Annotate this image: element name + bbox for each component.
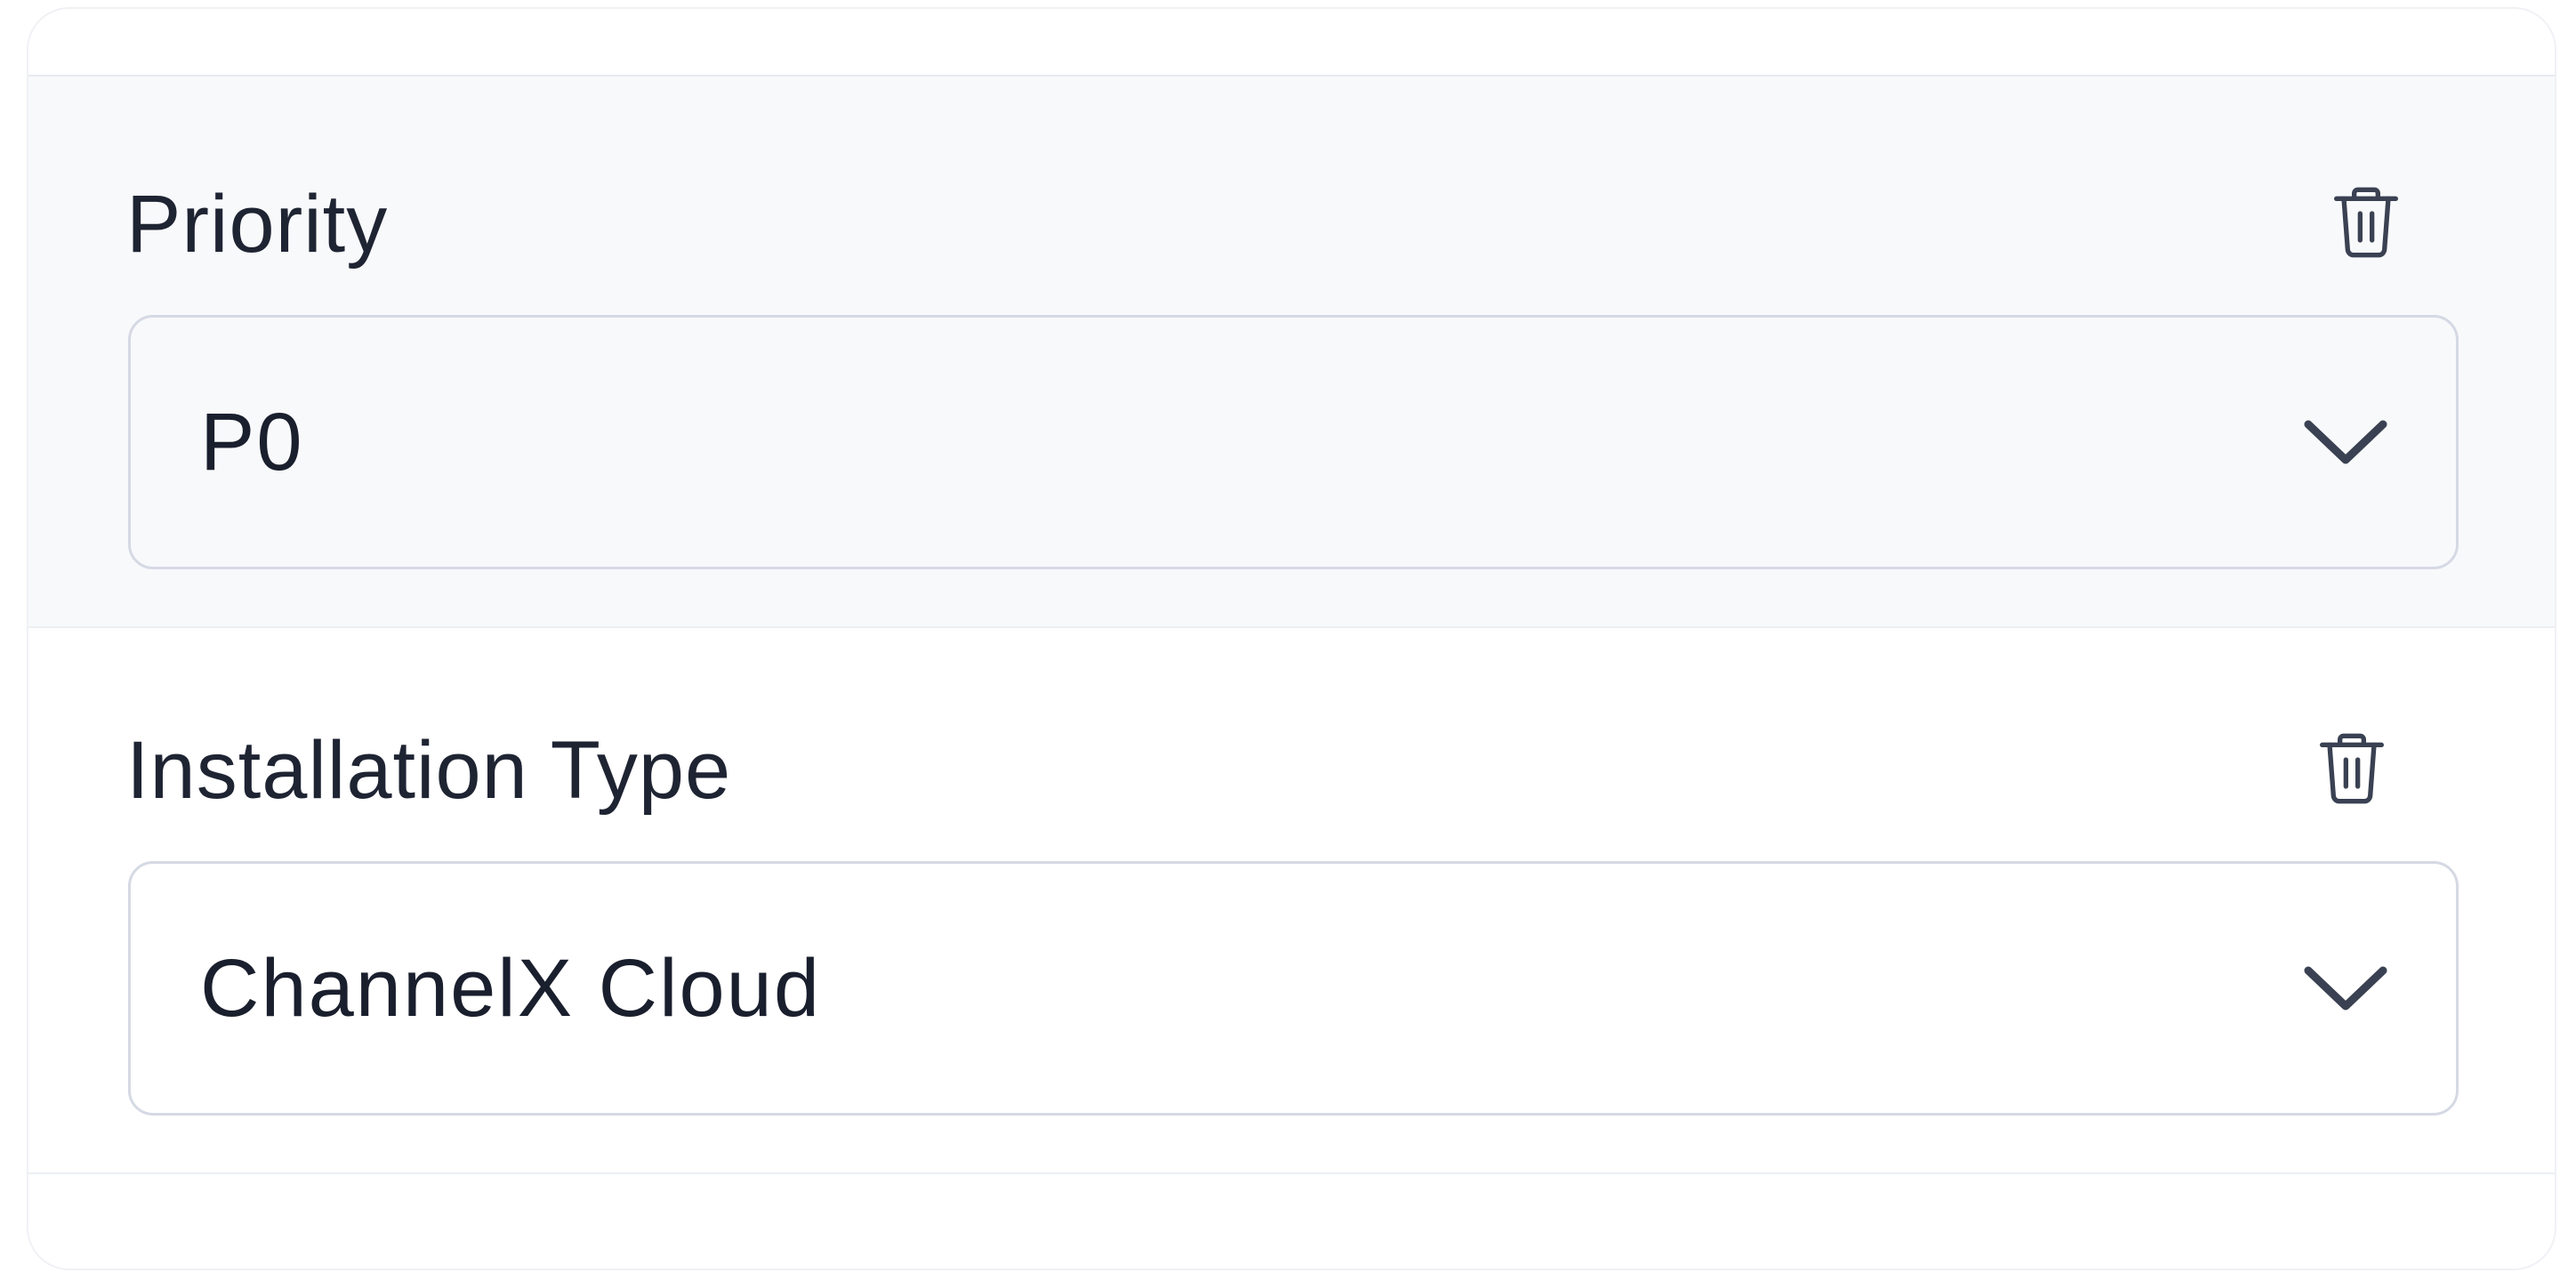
trash-icon: [2334, 187, 2398, 258]
installation-type-label: Installation Type: [126, 725, 732, 816]
filter-section-priority: Priority P0: [28, 77, 2555, 628]
delete-priority-button[interactable]: [2323, 180, 2409, 265]
trash-icon: [2320, 733, 2384, 804]
chevron-down-icon: [2304, 420, 2387, 464]
delete-installation-type-button[interactable]: [2309, 726, 2395, 811]
card-footer-strip: [28, 1176, 2555, 1269]
installation-type-selected-value: ChannelX Cloud: [200, 943, 822, 1034]
filter-section-installation-type: Installation Type ChannelX Cloud: [28, 630, 2555, 1174]
filter-card: Priority P0 Installation Type ChannelX C…: [27, 7, 2556, 1270]
priority-label: Priority: [126, 179, 389, 270]
chevron-down-icon: [2304, 966, 2387, 1011]
priority-select[interactable]: P0: [128, 315, 2459, 569]
installation-type-select[interactable]: ChannelX Cloud: [128, 861, 2459, 1116]
priority-selected-value: P0: [200, 397, 304, 487]
card-header-strip: [28, 9, 2555, 77]
